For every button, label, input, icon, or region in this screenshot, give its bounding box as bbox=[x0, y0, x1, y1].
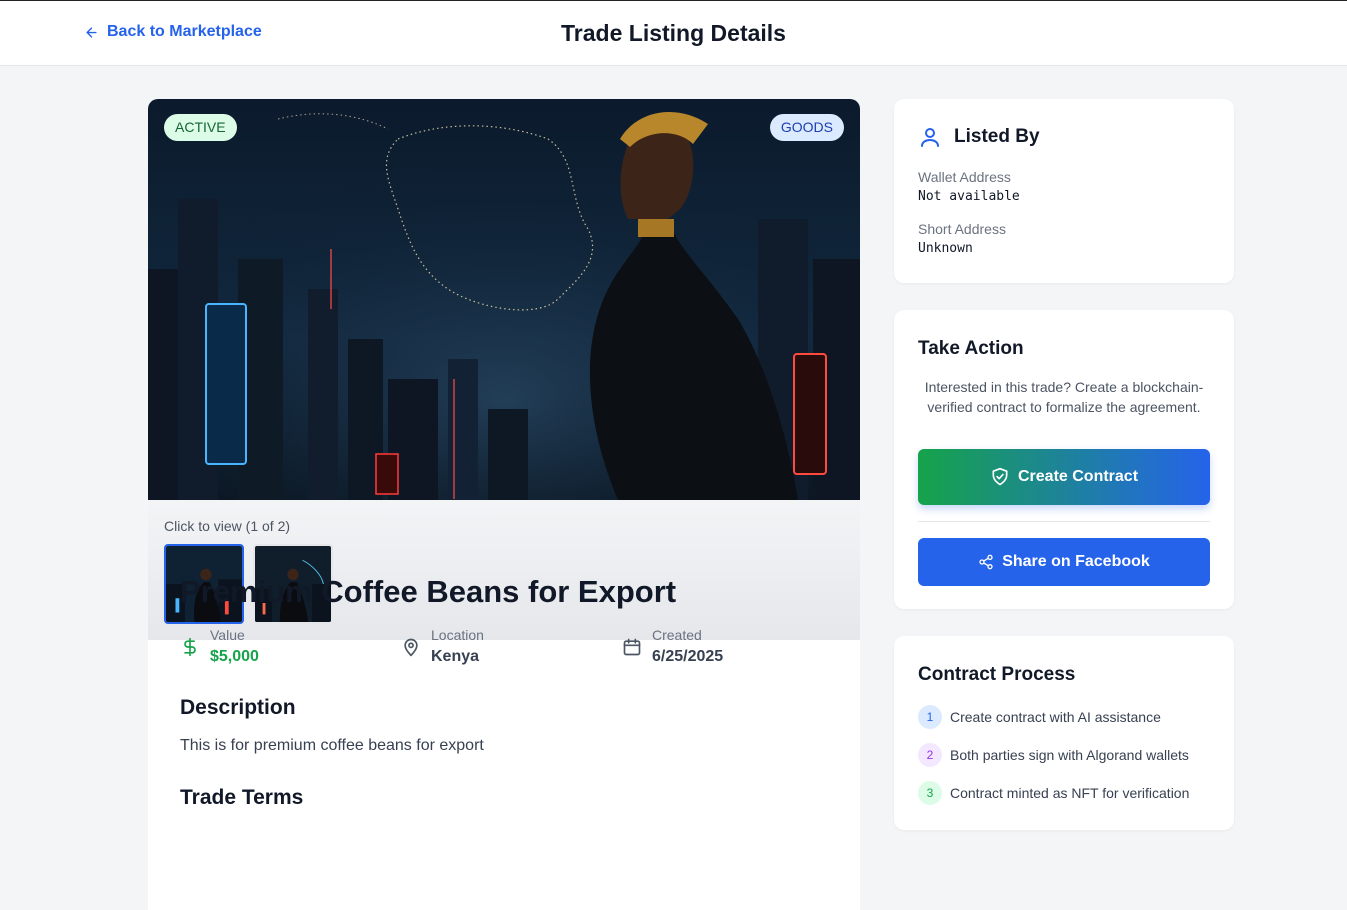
handshake-icon bbox=[992, 467, 1008, 486]
share-facebook-button[interactable]: Share on Facebook bbox=[918, 538, 1210, 586]
create-contract-button[interactable]: Create Contract bbox=[918, 449, 1210, 505]
listed-by-heading: Listed By bbox=[954, 126, 1040, 147]
share-icon bbox=[979, 554, 993, 570]
page-title: Trade Listing Details bbox=[561, 20, 786, 46]
status-badge: ACTIVE bbox=[164, 114, 237, 141]
process-step: 1 Create contract with AI assistance bbox=[918, 705, 1161, 729]
process-step: 3 Contract minted as NFT for verificatio… bbox=[918, 781, 1189, 805]
meta-value-block: Value $5,000 bbox=[180, 627, 259, 666]
take-action-description: Interested in this trade? Create a block… bbox=[924, 379, 1204, 415]
listed-by-card: Listed By Wallet Address Not available S… bbox=[894, 99, 1234, 283]
step-number: 3 bbox=[918, 781, 942, 805]
wallet-address-value: Not available bbox=[918, 189, 1020, 204]
short-address-value: Unknown bbox=[918, 241, 973, 256]
page-header: Back to Marketplace Trade Listing Detail… bbox=[0, 1, 1347, 66]
listing-card: ACTIVE GOODS Click to view (1 of 2) Prem… bbox=[148, 99, 860, 910]
description-text: This is for premium coffee beans for exp… bbox=[180, 737, 484, 754]
trade-terms-heading: Trade Terms bbox=[180, 786, 304, 809]
short-address-label: Short Address bbox=[918, 221, 1006, 237]
create-contract-label: Create Contract bbox=[1017, 468, 1139, 485]
take-action-card: Take Action Interested in this trade? Cr… bbox=[894, 310, 1234, 609]
created-label: Created bbox=[652, 627, 702, 643]
step-text: Contract minted as NFT for verification bbox=[950, 785, 1190, 801]
user-icon bbox=[921, 128, 939, 147]
location-value: Kenya bbox=[431, 648, 480, 665]
gallery-caption: Click to view (1 of 2) bbox=[164, 518, 291, 534]
step-number: 1 bbox=[918, 705, 942, 729]
process-step: 2 Both parties sign with Algorand wallet… bbox=[918, 743, 1189, 767]
listing-hero-image[interactable] bbox=[148, 99, 860, 500]
action-divider bbox=[918, 521, 1210, 522]
listing-title: Premium Coffee Beans for Export bbox=[180, 574, 677, 609]
dollar-icon bbox=[184, 637, 196, 657]
step-text: Create contract with AI assistance bbox=[950, 709, 1161, 725]
value-label: Value bbox=[210, 627, 245, 643]
category-badge: GOODS bbox=[769, 114, 844, 141]
wallet-address-label: Wallet Address bbox=[918, 169, 1011, 185]
created-date: 6/25/2025 bbox=[652, 648, 724, 665]
contract-process-card: Contract Process 1 Create contract with … bbox=[894, 636, 1234, 830]
hero-artwork bbox=[148, 99, 860, 500]
share-facebook-label: Share on Facebook bbox=[1002, 553, 1150, 570]
meta-created-block: Created 6/25/2025 bbox=[622, 627, 723, 666]
meta-location-block: Location Kenya bbox=[401, 627, 484, 666]
value-amount: $5,000 bbox=[210, 648, 259, 665]
take-action-heading: Take Action bbox=[918, 338, 1024, 359]
image-gallery: Click to view (1 of 2) bbox=[148, 500, 860, 640]
calendar-icon bbox=[623, 638, 641, 656]
map-pin-icon bbox=[404, 638, 418, 657]
location-label: Location bbox=[431, 627, 484, 643]
listed-by-header: Listed By bbox=[918, 125, 1040, 149]
contract-process-heading: Contract Process bbox=[918, 664, 1076, 685]
description-heading: Description bbox=[180, 696, 296, 719]
step-number: 2 bbox=[918, 743, 942, 767]
step-text: Both parties sign with Algorand wallets bbox=[950, 747, 1189, 763]
